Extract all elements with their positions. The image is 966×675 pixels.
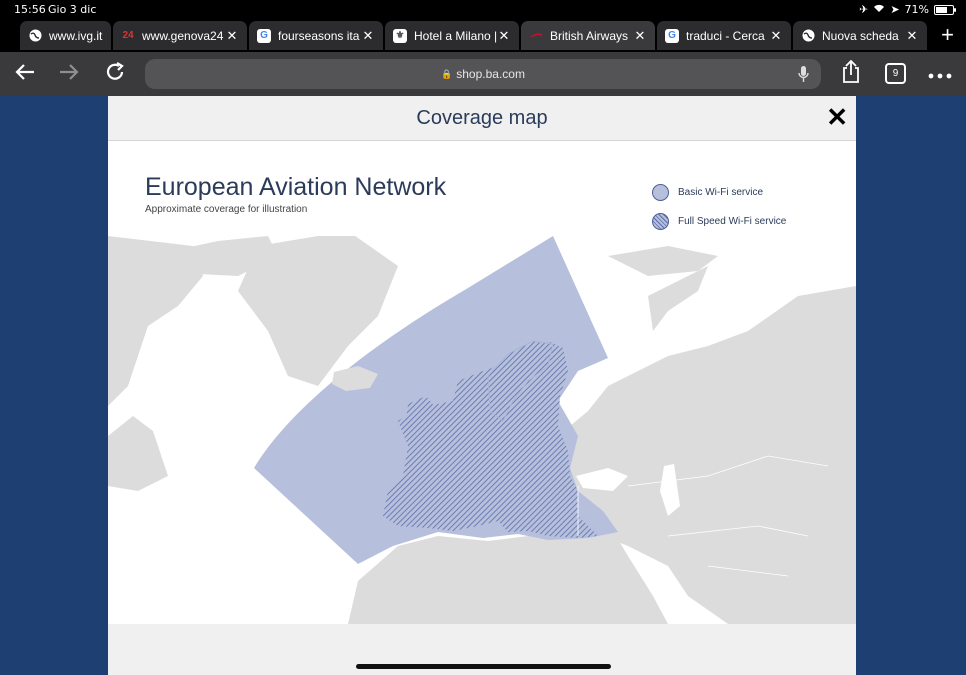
genova24-icon: 24: [122, 30, 134, 41]
url-text: shop.ba.com: [456, 67, 525, 81]
tab-title: Nuova scheda: [822, 28, 899, 43]
legend-swatch-basic: [652, 184, 669, 201]
close-icon[interactable]: ✕: [826, 102, 848, 133]
map-subtitle: Approximate coverage for illustration: [145, 204, 308, 215]
new-tab-button[interactable]: +: [941, 22, 954, 48]
tab-ivg[interactable]: www.ivg.it: [20, 21, 111, 50]
status-date: Gio 3 dic: [48, 3, 97, 16]
back-button[interactable]: [14, 61, 36, 89]
airplane-mode-icon: ✈: [859, 3, 869, 16]
tab-title: Hotel a Milano |: [414, 28, 497, 43]
coverage-map: [108, 236, 856, 624]
status-time: 15:56: [14, 3, 46, 16]
reload-button[interactable]: [104, 61, 126, 89]
wifi-icon: [873, 3, 885, 16]
legend-full-speed: Full Speed Wi-Fi service: [652, 213, 786, 230]
modal-title: Coverage map: [416, 107, 548, 129]
status-bar: 15:56 Gio 3 dic ✈ ➤ 71%: [0, 0, 966, 20]
close-tab-icon[interactable]: ✕: [225, 28, 239, 44]
tab-bar: www.ivg.it 24 www.genova24 ✕ G fourseaso…: [0, 20, 966, 52]
legend-label: Basic Wi-Fi service: [678, 187, 764, 198]
tab-genova24[interactable]: 24 www.genova24 ✕: [113, 21, 247, 50]
tab-title: traduci - Cerca: [686, 28, 765, 43]
map-title: European Aviation Network: [145, 173, 447, 201]
hotel-icon: ⚜: [393, 28, 407, 43]
tab-hotel-milano[interactable]: ⚜ Hotel a Milano | ✕: [385, 21, 519, 50]
google-icon: G: [665, 28, 679, 43]
tab-overview-button[interactable]: 9: [885, 63, 906, 84]
tab-count: 9: [885, 63, 906, 84]
forward-button[interactable]: [58, 61, 80, 89]
tab-title: www.ivg.it: [49, 28, 103, 43]
land-novaya-zemlya: [648, 266, 708, 331]
legend-basic: Basic Wi-Fi service: [652, 184, 763, 201]
tab-traduci[interactable]: G traduci - Cerca ✕: [657, 21, 791, 50]
close-tab-icon[interactable]: ✕: [633, 28, 647, 44]
browser-toolbar: 🔒 shop.ba.com 9: [0, 52, 966, 96]
coverage-map-modal: Coverage map ✕ European Aviation Network…: [108, 96, 856, 675]
share-button[interactable]: [840, 59, 862, 89]
british-airways-icon: [529, 29, 543, 43]
battery-icon: [934, 4, 956, 15]
legend-label: Full Speed Wi-Fi service: [678, 216, 787, 227]
close-tab-icon[interactable]: ✕: [497, 28, 511, 44]
google-icon: G: [257, 28, 271, 43]
close-tab-icon[interactable]: ✕: [905, 28, 919, 44]
battery-percent: 71%: [904, 3, 929, 16]
tab-nuova-scheda[interactable]: Nuova scheda ✕: [793, 21, 927, 50]
status-indicators: ✈ ➤ 71%: [859, 3, 956, 16]
land-canada-east: [108, 416, 168, 491]
globe-icon: [801, 29, 815, 43]
home-indicator: [356, 664, 611, 669]
modal-header: Coverage map ✕: [108, 96, 856, 141]
tab-fourseasons[interactable]: G fourseasons ita ✕: [249, 21, 383, 50]
close-tab-icon[interactable]: ✕: [769, 28, 783, 44]
globe-icon: [28, 29, 42, 43]
tab-title: British Airways: [550, 28, 629, 43]
close-tab-icon[interactable]: ✕: [361, 28, 375, 44]
more-options-icon[interactable]: [928, 66, 952, 84]
lock-icon: 🔒: [441, 68, 453, 79]
address-bar[interactable]: 🔒 shop.ba.com: [145, 59, 821, 89]
tab-title: fourseasons ita: [278, 28, 360, 43]
tab-british-airways[interactable]: British Airways ✕: [521, 21, 655, 50]
tab-title: www.genova24: [142, 28, 224, 43]
legend-swatch-full: [652, 213, 669, 230]
location-icon: ➤: [890, 3, 900, 16]
microphone-icon[interactable]: [798, 65, 809, 86]
